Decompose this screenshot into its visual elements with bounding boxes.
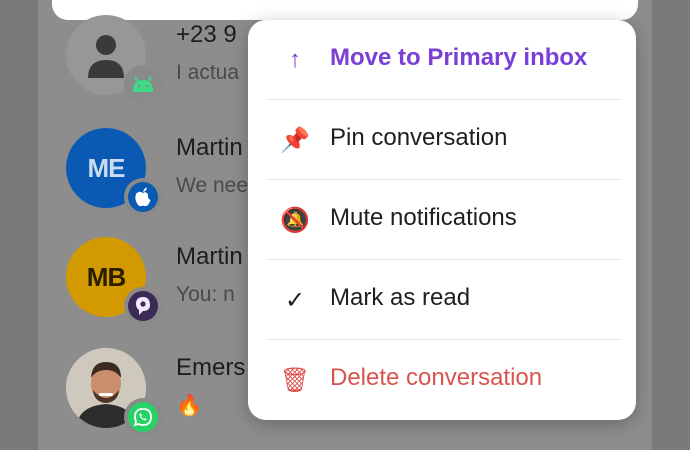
- platform-badge: [124, 398, 162, 436]
- menu-item-label: Mute notifications: [330, 204, 517, 231]
- menu-item-label: Delete conversation: [330, 364, 543, 391]
- arrow-up-icon: ↑: [289, 46, 301, 73]
- context-menu: ↑ Move to Primary inbox 📌 Pin conversati…: [248, 20, 636, 420]
- menu-item-label: Move to Primary inbox: [330, 44, 588, 71]
- menu-item-mark-read[interactable]: ✓ Mark as read: [248, 260, 636, 340]
- beeper-icon: [136, 297, 150, 315]
- menu-item-mute[interactable]: 🔕 Mute notifications: [248, 180, 636, 260]
- platform-badge: [124, 178, 162, 216]
- menu-item-pin[interactable]: 📌 Pin conversation: [248, 100, 636, 180]
- bell-muted-icon: 🔕: [280, 206, 310, 234]
- menu-item-label: Mark as read: [330, 284, 471, 311]
- trash-icon: 🗑: [279, 366, 311, 394]
- menu-item-move-to-primary[interactable]: ↑ Move to Primary inbox: [248, 20, 636, 100]
- person-icon: [88, 35, 124, 78]
- checkmark-icon: ✓: [284, 286, 306, 314]
- platform-badge: [124, 65, 162, 103]
- apple-icon: [135, 187, 151, 207]
- whatsapp-icon: [133, 408, 152, 427]
- android-icon: [133, 76, 153, 92]
- pin-icon: 📌: [280, 126, 310, 154]
- platform-badge: [124, 287, 162, 325]
- menu-item-delete[interactable]: 🗑 Delete conversation: [248, 340, 636, 420]
- menu-item-label: Pin conversation: [330, 124, 508, 151]
